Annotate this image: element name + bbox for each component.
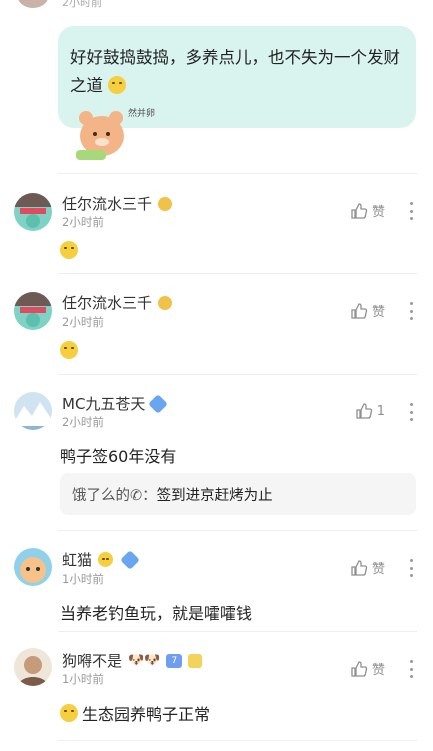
commenter-name[interactable]: 任尔流水三千 — [62, 193, 173, 214]
divider — [58, 273, 417, 274]
like-button[interactable]: 赞 — [350, 659, 385, 678]
like-button[interactable]: 1 — [355, 402, 385, 420]
level-badge-icon — [148, 393, 169, 414]
divider — [58, 530, 417, 531]
avatar[interactable] — [14, 548, 52, 586]
more-vertical-icon[interactable] — [409, 559, 413, 577]
vip-badge-icon — [158, 196, 173, 211]
avatar[interactable] — [14, 648, 52, 686]
commenter-name[interactable]: 狗嘚不是 🐶🐶 7 — [62, 650, 203, 671]
like-button[interactable]: 赞 — [350, 558, 385, 577]
thumbs-up-icon — [351, 202, 368, 219]
reply-text: 签到进京赶烤为止 — [156, 487, 273, 504]
grin-emoji-icon — [60, 241, 78, 259]
divider — [58, 173, 417, 174]
comment-body: 鸭子签60年没有 — [60, 447, 177, 466]
reply-username[interactable]: 饿了么的✆： — [72, 484, 157, 505]
commenter-name[interactable]: 虹猫 — [62, 549, 140, 570]
dog-emoji-icon: 🐶🐶 — [128, 653, 161, 668]
comment-body: 当养老钓鱼玩，就是嚯嚯钱 — [60, 604, 253, 623]
divider — [58, 374, 417, 375]
commenter-name[interactable]: MC九五苍天 — [62, 393, 169, 414]
like-count: 1 — [376, 403, 385, 419]
nested-reply[interactable]: 饿了么的✆： 签到进京赶烤为止 — [60, 473, 416, 515]
avatar[interactable] — [14, 392, 52, 430]
commenter-name[interactable]: 任尔流水三千 — [62, 292, 173, 313]
avatar[interactable] — [14, 193, 52, 231]
highlighted-comment-text: 好好鼓捣鼓捣，多养点儿，也不失为一个发财之道 — [70, 48, 400, 95]
comment-time: 1小时前 — [62, 672, 104, 686]
comment-time: 2小时前 — [62, 315, 104, 329]
like-button[interactable]: 赞 — [350, 301, 385, 320]
more-vertical-icon[interactable] — [409, 202, 413, 220]
more-vertical-icon[interactable] — [409, 660, 413, 678]
comment-time: 2小时前 — [62, 0, 102, 9]
level-badge-icon: 7 — [166, 653, 183, 668]
comment-time: 1小时前 — [62, 572, 104, 586]
smile-emoji-icon — [60, 341, 78, 359]
thumbs-up-icon — [356, 403, 372, 419]
bear-sticker-icon: 然并卵 — [76, 107, 155, 160]
divider — [58, 631, 417, 632]
more-vertical-icon[interactable] — [409, 403, 413, 421]
thumbs-up-icon — [351, 660, 368, 677]
comment-body — [60, 241, 78, 259]
comment-time: 2小时前 — [62, 415, 104, 429]
divider — [58, 740, 417, 741]
more-vertical-icon[interactable] — [409, 302, 413, 320]
thumbs-up-icon — [351, 302, 368, 319]
like-button[interactable]: 赞 — [350, 201, 385, 220]
comment-time: 2小时前 — [62, 215, 104, 229]
medal-badge-icon — [188, 653, 203, 668]
avatar[interactable] — [14, 292, 52, 330]
comment-body — [60, 341, 78, 359]
comment-body: 生态园养鸭子正常 — [60, 701, 210, 725]
emoji-icon — [60, 704, 78, 722]
grin-emoji-icon — [98, 552, 114, 567]
vip-badge-icon — [158, 295, 173, 310]
thumbs-up-icon — [351, 559, 368, 576]
level-badge-icon — [120, 549, 140, 570]
smile-emoji-icon — [108, 76, 127, 94]
sticker-caption: 然并卵 — [128, 107, 155, 119]
avatar[interactable] — [18, 0, 48, 8]
